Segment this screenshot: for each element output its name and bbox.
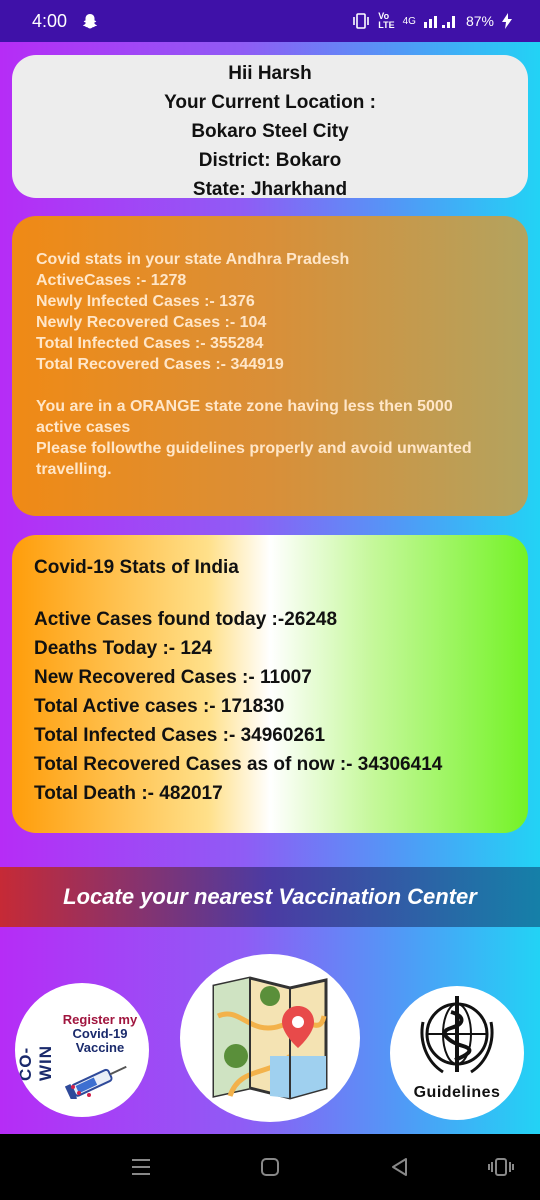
vibrate-icon [352, 13, 370, 29]
signal-icon [423, 13, 458, 29]
india-new-recovered: New Recovered Cases :- 11007 [34, 667, 312, 688]
accessibility-button[interactable] [488, 1154, 514, 1180]
status-time: 4:00 [32, 10, 68, 31]
cowin-register-button[interactable]: CO-WIN Register my Covid-19 Vaccine [15, 983, 149, 1117]
district-name: District: Bokaro [198, 150, 342, 171]
vaccination-center-banner[interactable]: Locate your nearest Vaccination Center [0, 867, 540, 927]
zone-message-line: Please followthe guidelines properly and… [36, 440, 472, 457]
state-total-infected: Total Infected Cases :- 355284 [36, 335, 264, 352]
india-total-recovered: Total Recovered Cases as of now :- 34306… [34, 754, 443, 775]
cowin-line-3: Vaccine [75, 1040, 125, 1055]
status-bar: 4:00 Vo LTE 4G 87% [0, 0, 540, 42]
state-total-recovered: Total Recovered Cases :- 344919 [36, 356, 284, 373]
cowin-line-2: Covid-19 [72, 1026, 128, 1041]
map-button[interactable] [180, 954, 360, 1122]
cowin-logo: CO-WIN [16, 1044, 55, 1081]
guidelines-button[interactable]: Guidelines [390, 986, 524, 1120]
vaccination-center-label: Locate your nearest Vaccination Center [63, 884, 477, 909]
cowin-line-1: Register my [62, 1012, 138, 1027]
india-active-today: Active Cases found today :-26248 [34, 609, 338, 630]
india-stats-card: Covid-19 Stats of India Active Cases fou… [12, 535, 528, 833]
map-icon [210, 976, 330, 1105]
back-button[interactable] [388, 1154, 410, 1180]
city-name: Bokaro Steel City [191, 121, 349, 142]
zone-message-line: travelling. [36, 461, 112, 478]
state-active-cases: ActiveCases :- 1278 [36, 272, 187, 289]
greeting: Hii Harsh [228, 63, 312, 84]
india-total-active: Total Active cases :- 171830 [34, 696, 285, 717]
battery-level: 87% [465, 13, 494, 29]
india-deaths-today: Deaths Today :- 124 [34, 638, 213, 659]
who-emblem-icon [417, 992, 497, 1083]
guidelines-label: Guidelines [413, 1084, 501, 1101]
state-stats-card: Covid stats in your state Andhra Pradesh… [12, 216, 528, 516]
state-newly-recovered: Newly Recovered Cases :- 104 [36, 314, 267, 331]
zone-message-line: You are in a ORANGE state zone having le… [36, 398, 453, 415]
location-card: Hii Harsh Your Current Location : Bokaro… [12, 55, 528, 200]
network-label: 4G [402, 15, 416, 27]
india-total-infected: Total Infected Cases :- 34960261 [34, 725, 326, 746]
snapchat-icon [81, 12, 99, 30]
india-stats-title: Covid-19 Stats of India [34, 557, 239, 578]
india-total-death: Total Death :- 482017 [34, 783, 223, 804]
syringe-icon [64, 1059, 135, 1104]
system-nav-bar [0, 1134, 540, 1200]
state-stats-title: Covid stats in your state Andhra Pradesh [36, 251, 350, 268]
state-name: State: Jharkhand [192, 179, 348, 200]
state-newly-infected: Newly Infected Cases :- 1376 [36, 293, 255, 310]
zone-message-line: active cases [36, 419, 131, 436]
home-button[interactable] [259, 1154, 281, 1180]
volte-icon: Vo LTE [378, 11, 395, 30]
recent-apps-button[interactable] [130, 1154, 152, 1180]
location-heading: Your Current Location : [164, 92, 376, 113]
charging-icon [502, 13, 512, 29]
